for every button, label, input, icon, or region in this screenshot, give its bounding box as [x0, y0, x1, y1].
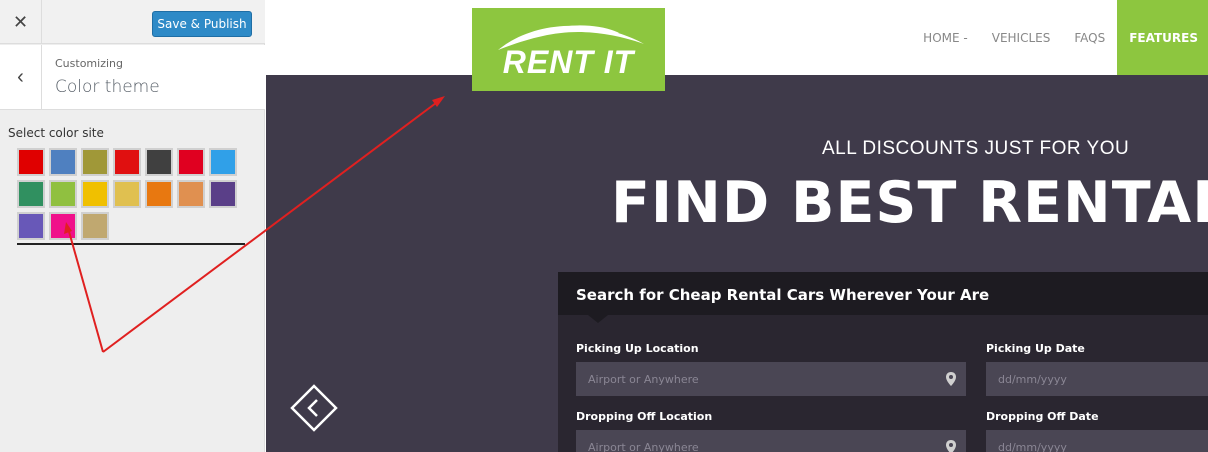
- dropoff-location-label: Dropping Off Location: [576, 410, 713, 423]
- color-swatch[interactable]: [113, 180, 141, 208]
- save-publish-button[interactable]: Save & Publish: [152, 11, 252, 37]
- location-pin-icon: [946, 440, 956, 452]
- pickup-date-input[interactable]: dd/mm/yyyy: [986, 362, 1208, 396]
- section-title: Color theme: [55, 77, 160, 97]
- color-swatch[interactable]: [17, 148, 45, 176]
- nav-item-faqs[interactable]: FAQS: [1062, 0, 1117, 75]
- nav-item-vehicles[interactable]: VEHICLES: [980, 0, 1063, 75]
- hero-eyebrow: ALL DISCOUNTS JUST FOR YOU: [822, 138, 1130, 159]
- main-nav: HOME - VEHICLES FAQS FEATURES: [911, 0, 1208, 75]
- color-swatch[interactable]: [209, 180, 237, 208]
- location-pin-icon: [946, 372, 956, 386]
- color-swatch[interactable]: [177, 180, 205, 208]
- color-swatch[interactable]: [17, 180, 45, 208]
- section-subtitle: Customizing: [55, 57, 123, 70]
- color-swatch[interactable]: [49, 148, 77, 176]
- site-logo[interactable]: RENT IT: [472, 8, 665, 91]
- color-swatch[interactable]: [145, 180, 173, 208]
- site-preview: HOME - VEHICLES FAQS FEATURES RENT IT ALL D…: [266, 0, 1208, 452]
- color-swatch[interactable]: [177, 148, 205, 176]
- customizer-sidebar: ✕ Save & Publish ‹ Customizing Color the…: [0, 0, 265, 452]
- search-form: Search for Cheap Rental Cars Wherever Yo…: [558, 272, 1208, 452]
- customizer-header: ✕ Save & Publish: [0, 0, 265, 44]
- color-swatch[interactable]: [81, 212, 109, 240]
- pickup-location-label: Picking Up Location: [576, 342, 699, 355]
- nav-item-home[interactable]: HOME -: [911, 0, 980, 75]
- search-form-header: Search for Cheap Rental Cars Wherever Yo…: [558, 272, 1208, 315]
- site-header: HOME - VEHICLES FAQS FEATURES: [266, 0, 1208, 75]
- chevron-left-icon[interactable]: ‹: [0, 45, 42, 110]
- color-swatch[interactable]: [209, 148, 237, 176]
- hero-headline: FIND BEST RENTAL: [611, 170, 1208, 236]
- color-swatch[interactable]: [81, 148, 109, 176]
- search-form-title: Search for Cheap Rental Cars Wherever Yo…: [576, 286, 990, 304]
- section-header: ‹ Customizing Color theme: [0, 45, 265, 110]
- slider-prev-icon[interactable]: [290, 384, 338, 432]
- dropoff-date-placeholder: dd/mm/yyyy: [998, 440, 1067, 452]
- color-swatch[interactable]: [17, 212, 45, 240]
- dropoff-location-input[interactable]: Airport or Anywhere: [576, 430, 966, 452]
- dropoff-date-input[interactable]: dd/mm/yyyy: [986, 430, 1208, 452]
- pickup-date-label: Picking Up Date: [986, 342, 1085, 355]
- divider: [17, 243, 245, 245]
- dropoff-location-placeholder: Airport or Anywhere: [588, 440, 699, 452]
- color-swatch[interactable]: [113, 148, 141, 176]
- close-icon[interactable]: ✕: [0, 0, 42, 44]
- nav-item-features[interactable]: FEATURES: [1117, 0, 1208, 75]
- pickup-date-placeholder: dd/mm/yyyy: [998, 372, 1067, 386]
- color-swatch[interactable]: [81, 180, 109, 208]
- color-swatch[interactable]: [49, 180, 77, 208]
- car-logo-icon: [498, 25, 644, 50]
- select-color-label: Select color site: [8, 126, 104, 140]
- color-swatch[interactable]: [145, 148, 173, 176]
- pickup-location-input[interactable]: Airport or Anywhere: [576, 362, 966, 396]
- pickup-location-placeholder: Airport or Anywhere: [588, 372, 699, 386]
- color-swatch[interactable]: [49, 212, 77, 240]
- dropoff-date-label: Dropping Off Date: [986, 410, 1099, 423]
- header-notch: [588, 315, 608, 323]
